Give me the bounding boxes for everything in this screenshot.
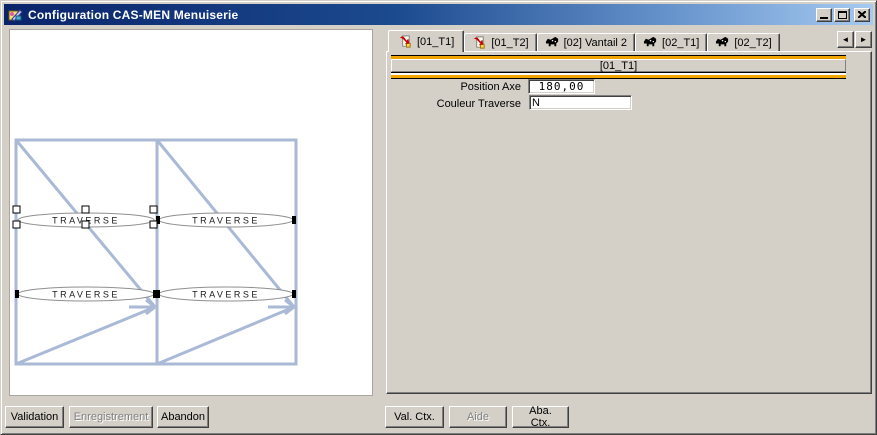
couleur-traverse-label: Couleur Traverse bbox=[386, 98, 521, 110]
panel-header-title: [01_T1] bbox=[600, 60, 637, 72]
selection-handle[interactable] bbox=[82, 221, 89, 228]
sash-frame-2 bbox=[157, 140, 296, 364]
opening-diagonal bbox=[157, 307, 294, 364]
minimize-icon bbox=[820, 17, 828, 19]
tab-label: [01_T2] bbox=[491, 37, 528, 49]
enregistrement-button[interactable]: Enregistrement bbox=[69, 406, 153, 428]
opening-diagonal bbox=[16, 307, 155, 364]
position-axe-input[interactable] bbox=[528, 79, 595, 94]
tab-scroller: ◄ ► bbox=[837, 31, 872, 48]
selection-handle[interactable] bbox=[13, 221, 20, 228]
app-window: Configuration CAS-MEN Menuiserie bbox=[0, 0, 877, 435]
selection-handle[interactable] bbox=[82, 206, 89, 213]
menuiserie-drawing: TRAVERSE TRAVERSE TRAVERSE TRAVERSE bbox=[10, 30, 372, 395]
maximize-button[interactable] bbox=[834, 8, 850, 22]
selection-handle[interactable] bbox=[150, 206, 157, 213]
vantail-icon bbox=[643, 35, 658, 50]
tab-02-t2[interactable]: [02_T2] bbox=[707, 33, 779, 51]
selection-handle[interactable] bbox=[13, 206, 20, 213]
aide-button[interactable]: Aide bbox=[449, 406, 507, 428]
validation-button[interactable]: Validation bbox=[5, 406, 64, 428]
position-axe-label: Position Axe bbox=[386, 81, 521, 93]
panel-header: [01_T1] bbox=[391, 59, 846, 72]
panel-header-band: [01_T1] bbox=[391, 55, 846, 79]
sash-frame-1 bbox=[16, 140, 157, 364]
drawing-canvas[interactable]: TRAVERSE TRAVERSE TRAVERSE TRAVERSE bbox=[9, 29, 373, 396]
maximize-icon bbox=[838, 11, 847, 19]
band-rule bbox=[391, 78, 846, 79]
traverse-item[interactable]: TRAVERSE bbox=[15, 287, 157, 301]
tab-label: [02] Vantail 2 bbox=[564, 37, 627, 49]
close-icon bbox=[858, 11, 866, 18]
traverse-endpoint bbox=[156, 290, 160, 298]
tab-scroll-right-button[interactable]: ► bbox=[855, 31, 872, 48]
window-controls bbox=[816, 8, 870, 22]
abandon-button[interactable]: Abandon bbox=[157, 406, 209, 428]
vantail-icon bbox=[715, 35, 730, 50]
titlebar[interactable]: Configuration CAS-MEN Menuiserie bbox=[4, 4, 873, 25]
traverse-item[interactable]: TRAVERSE bbox=[156, 213, 296, 227]
traverse-item[interactable]: TRAVERSE bbox=[156, 287, 296, 301]
vantail-icon bbox=[545, 35, 560, 50]
val-ctx-button[interactable]: Val. Ctx. bbox=[385, 406, 444, 428]
tab-01-t2[interactable]: [01_T2] bbox=[464, 33, 536, 51]
couleur-traverse-input[interactable] bbox=[529, 95, 632, 110]
tab-label: [01_T1] bbox=[417, 36, 454, 48]
tab-02-vantail-2[interactable]: [02] Vantail 2 bbox=[537, 33, 635, 51]
traverse-label: TRAVERSE bbox=[192, 290, 260, 300]
app-icon bbox=[7, 7, 23, 23]
traverse-endpoint bbox=[292, 290, 296, 298]
traverse-endpoint bbox=[292, 216, 296, 224]
tab-02-t1[interactable]: [02_T1] bbox=[635, 33, 707, 51]
selection-handle[interactable] bbox=[150, 221, 157, 228]
tab-bar: [01_T1] [01_T2] [02] Vantail 2 [02_T1] bbox=[388, 30, 780, 52]
close-button[interactable] bbox=[854, 8, 870, 22]
tab-01-t1[interactable]: [01_T1] bbox=[388, 30, 464, 52]
minimize-button[interactable] bbox=[816, 8, 832, 22]
window-title: Configuration CAS-MEN Menuiserie bbox=[28, 8, 238, 22]
form-icon bbox=[398, 34, 413, 49]
traverse-label: TRAVERSE bbox=[52, 290, 120, 300]
tab-label: [02_T2] bbox=[734, 37, 771, 49]
traverse-endpoint bbox=[15, 290, 19, 298]
tab-label: [02_T1] bbox=[662, 37, 699, 49]
left-arrow-icon: ◄ bbox=[842, 35, 850, 44]
aba-ctx-button[interactable]: Aba. Ctx. bbox=[512, 406, 569, 428]
right-arrow-icon: ► bbox=[860, 35, 868, 44]
tab-scroll-left-button[interactable]: ◄ bbox=[837, 31, 854, 48]
traverse-label: TRAVERSE bbox=[192, 216, 260, 226]
form-icon bbox=[472, 35, 487, 50]
